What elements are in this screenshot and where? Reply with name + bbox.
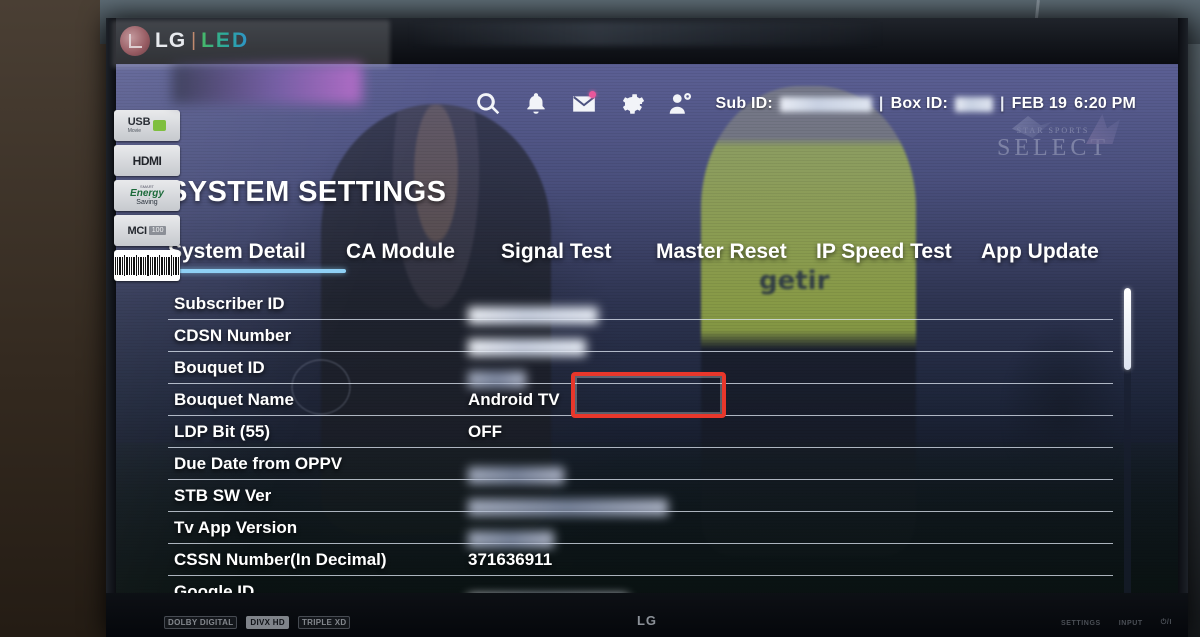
status-bar-info: Sub ID: | Box ID: | FEB 19 6:20 PM bbox=[715, 95, 1136, 113]
lg-television: LG | LED USB Movie HDMI SMART Energy Sav… bbox=[106, 18, 1188, 637]
energy-saving-sticker: SMART Energy Saving bbox=[114, 180, 180, 211]
tab-system-detail-label: System Detail bbox=[168, 240, 306, 263]
tv-bezel-right bbox=[1178, 18, 1188, 637]
table-row[interactable]: STB SW Ver bbox=[168, 480, 1113, 516]
table-row[interactable]: Subscriber ID bbox=[168, 288, 1113, 324]
tab-app-update-label: App Update bbox=[981, 240, 1099, 263]
dolby-logo: DOLBY DIGITAL bbox=[164, 616, 238, 629]
lg-circle-icon bbox=[120, 26, 150, 56]
row-label: STB SW Ver bbox=[174, 485, 272, 505]
settings-tab-bar: System Detail CA Module Signal Test Mast… bbox=[168, 240, 1108, 280]
tab-signal-test-label: Signal Test bbox=[501, 240, 612, 263]
lg-brand-logo: LG | LED bbox=[120, 26, 249, 56]
box-id-value-redacted bbox=[954, 96, 993, 112]
table-row[interactable]: CSSN Number(In Decimal) 371636911 bbox=[168, 544, 1113, 576]
row-value: OFF bbox=[468, 421, 502, 441]
sub-id-value-redacted bbox=[779, 96, 872, 112]
tv-bezel-bottom: DOLBY DIGITAL DIVX HD TRIPLE XD LG SETTI… bbox=[106, 593, 1188, 637]
scrollbar-thumb[interactable] bbox=[1124, 288, 1131, 370]
usb-sticker-sublabel: Movie bbox=[127, 127, 142, 134]
tab-ip-speed-test[interactable]: IP Speed Test bbox=[816, 240, 981, 273]
led-wordmark: LED bbox=[201, 29, 250, 52]
tab-ip-speed-test-label: IP Speed Test bbox=[816, 240, 952, 263]
usb-movie-sticker: USB Movie bbox=[114, 110, 180, 141]
settings-bezel-button[interactable]: SETTINGS bbox=[1061, 620, 1101, 627]
search-icon[interactable] bbox=[475, 91, 501, 117]
row-label: Bouquet ID bbox=[174, 357, 265, 377]
row-label: Google ID bbox=[174, 581, 255, 594]
tab-ca-module-label: CA Module bbox=[346, 240, 455, 263]
row-label: CDSN Number bbox=[174, 325, 292, 345]
table-row[interactable]: Tv App Version bbox=[168, 512, 1113, 548]
divx-logo: DIVX HD bbox=[246, 616, 289, 629]
row-label: Bouquet Name bbox=[174, 389, 294, 409]
channel-watermark: STAR SPORTS SELECT bbox=[968, 114, 1138, 196]
row-label: Tv App Version bbox=[174, 517, 298, 537]
row-value: 371636911 bbox=[468, 549, 553, 569]
tab-signal-test[interactable]: Signal Test bbox=[501, 240, 656, 273]
gear-icon[interactable] bbox=[619, 91, 645, 117]
highlight-annotation-box bbox=[571, 372, 726, 418]
status-time: 6:20 PM bbox=[1074, 95, 1136, 112]
status-separator-1: | bbox=[878, 95, 884, 112]
table-row[interactable]: Bouquet Name Android TV bbox=[168, 372, 1113, 418]
energy-sticker-sublabel: Saving bbox=[136, 199, 158, 206]
tab-ca-module[interactable]: CA Module bbox=[346, 240, 501, 273]
bezel-glare bbox=[406, 22, 886, 46]
row-label: LDP Bit (55) bbox=[174, 421, 271, 441]
tab-master-reset[interactable]: Master Reset bbox=[656, 240, 816, 273]
hdmi-sticker-label: HDMI bbox=[132, 153, 162, 168]
tab-master-reset-label: Master Reset bbox=[656, 240, 787, 263]
system-detail-list: Subscriber ID CDSN Number Bouquet ID Bou… bbox=[168, 288, 1131, 594]
tab-app-update[interactable]: App Update bbox=[981, 240, 1099, 273]
table-row[interactable]: Due Date from OPPV bbox=[168, 448, 1113, 484]
status-date: FEB 19 bbox=[1011, 95, 1068, 112]
redaction-blur-top bbox=[172, 64, 362, 104]
table-row[interactable]: LDP Bit (55) OFF bbox=[168, 416, 1113, 448]
usb-port-icon bbox=[153, 120, 167, 131]
logo-divider: | bbox=[191, 30, 197, 51]
status-separator-2: | bbox=[999, 95, 1005, 112]
power-bezel-button[interactable]: ⏻/I bbox=[1161, 619, 1172, 627]
bottom-bezel-brand: LG bbox=[636, 613, 658, 628]
bezel-control-labels: SETTINGS INPUT ⏻/I bbox=[1061, 619, 1172, 627]
energy-sticker-label: Energy bbox=[130, 188, 164, 199]
row-label: CSSN Number(In Decimal) bbox=[174, 549, 387, 569]
row-label: Due Date from OPPV bbox=[174, 453, 343, 473]
usb-sticker-label: USB bbox=[127, 116, 151, 129]
list-scrollbar[interactable] bbox=[1124, 288, 1131, 593]
triple-xd-logo: TRIPLE XD bbox=[297, 616, 351, 629]
hdmi-sticker: HDMI bbox=[114, 145, 180, 176]
sub-id-label: Sub ID: bbox=[715, 95, 773, 112]
barcode-sticker bbox=[114, 250, 180, 281]
table-row[interactable]: CDSN Number bbox=[168, 320, 1113, 356]
page-title: SYSTEM SETTINGS bbox=[168, 176, 447, 208]
tv-sticker-stack: USB Movie HDMI SMART Energy Saving MCI 1… bbox=[114, 110, 180, 281]
lg-wordmark: LG bbox=[155, 29, 187, 52]
photo-of-tv-screen: LG | LED USB Movie HDMI SMART Energy Sav… bbox=[0, 0, 1200, 637]
mci-sticker-value: 100 bbox=[148, 226, 167, 235]
room-wall-left bbox=[0, 0, 120, 637]
table-row[interactable]: Google ID bbox=[168, 576, 1113, 594]
mail-icon[interactable] bbox=[571, 91, 597, 117]
mci-sticker: MCI 100 bbox=[114, 215, 180, 246]
bell-icon[interactable] bbox=[523, 91, 549, 117]
mci-sticker-label: MCI bbox=[127, 224, 148, 237]
bottom-bezel-logos: DOLBY DIGITAL DIVX HD TRIPLE XD bbox=[164, 616, 351, 629]
user-settings-icon[interactable] bbox=[667, 91, 693, 117]
tab-system-detail[interactable]: System Detail bbox=[168, 240, 346, 273]
row-label: Subscriber ID bbox=[174, 293, 285, 313]
input-bezel-button[interactable]: INPUT bbox=[1119, 620, 1143, 627]
box-id-label: Box ID: bbox=[890, 95, 948, 112]
tv-screen: STAR SPORTS SELECT bbox=[116, 64, 1178, 593]
row-value: Android TV bbox=[468, 389, 560, 409]
